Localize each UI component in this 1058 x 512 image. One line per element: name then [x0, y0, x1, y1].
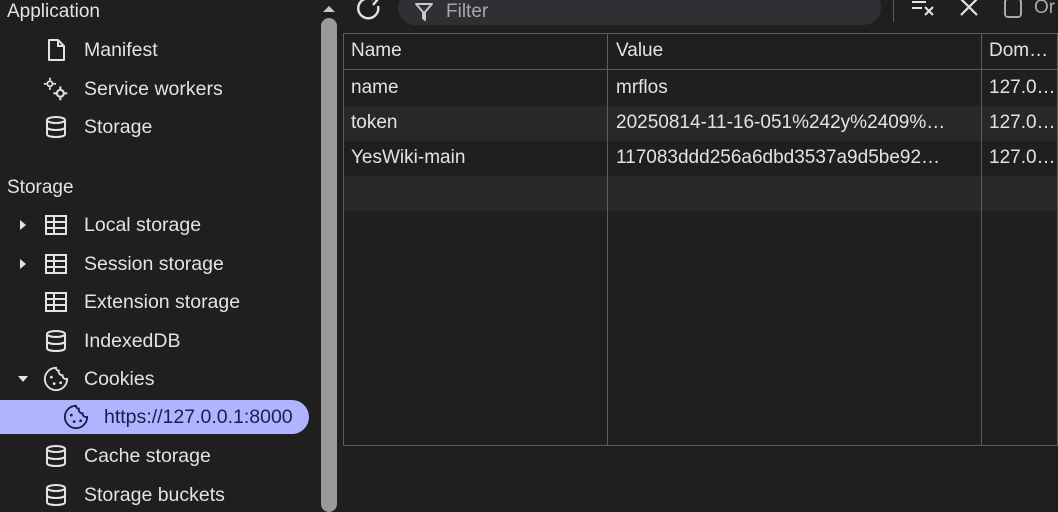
storage-section-header: Storage [7, 177, 74, 198]
expand-arrow-icon[interactable] [16, 257, 30, 271]
cell-domain: 127.0… [989, 147, 1056, 168]
database-icon [43, 443, 69, 469]
refresh-icon[interactable] [354, 0, 384, 24]
cell-domain: 127.0… [989, 77, 1056, 98]
gears-icon [43, 76, 69, 102]
sidebar-item-label: Session storage [84, 253, 224, 275]
table-icon [43, 289, 69, 315]
sidebar-item-label: IndexedDB [84, 330, 181, 352]
database-icon [43, 482, 69, 508]
table-row[interactable]: name mrflos 127.0… [344, 71, 1057, 106]
sidebar-item-label: Cache storage [84, 445, 211, 467]
sidebar-item-indexeddb[interactable]: IndexedDB [0, 324, 318, 358]
filter-icon [414, 2, 434, 22]
toolbar-separator [893, 0, 894, 22]
sidebar-item-label: Service workers [84, 78, 223, 100]
cookie-preview-pane [342, 446, 1058, 512]
sidebar-item-label: https://127.0.0.1:8000 [104, 406, 293, 428]
sidebar-item-cookie-origin[interactable]: https://127.0.0.1:8000 [0, 400, 309, 434]
sidebar-item-label: Storage buckets [84, 484, 225, 506]
table-row[interactable]: YesWiki-main 117083ddd256a6dbd3537a9d5be… [344, 141, 1057, 176]
cell-value: 117083ddd256a6dbd3537a9d5be92… [616, 147, 941, 168]
column-header-value[interactable]: Value [608, 34, 982, 68]
cookies-pane: Filter Or Name Value Dom… name mrflos 12… [342, 0, 1058, 512]
collapse-arrow-icon[interactable] [16, 372, 30, 386]
sidebar-item-label: Extension storage [84, 291, 241, 313]
sidebar-item-cookies[interactable]: Cookies [0, 362, 318, 396]
cell-name: token [351, 112, 398, 133]
only-show-issues-checkbox[interactable] [1004, 0, 1022, 18]
column-divider[interactable] [607, 34, 608, 445]
sidebar-item-local-storage[interactable]: Local storage [0, 208, 318, 242]
database-icon [43, 114, 69, 140]
sidebar-item-cache-storage[interactable]: Cache storage [0, 439, 318, 473]
sidebar-item-storage[interactable]: Storage [0, 110, 318, 144]
filter-placeholder: Filter [446, 1, 489, 22]
column-header-name[interactable]: Name [344, 34, 608, 68]
column-header-domain[interactable]: Dom… [982, 34, 1057, 68]
cookie-icon [63, 404, 89, 430]
sidebar-item-label: Local storage [84, 214, 202, 236]
table-row[interactable]: token 20250814-11-16-051%242y%2409%… 127… [344, 106, 1057, 141]
sidebar-item-extension-storage[interactable]: Extension storage [0, 285, 318, 319]
document-icon [43, 37, 69, 63]
only-show-issues-label: Or [1034, 0, 1056, 18]
column-divider[interactable] [981, 34, 982, 445]
application-section-header: Application [7, 1, 100, 22]
sidebar-item-service-workers[interactable]: Service workers [0, 72, 318, 106]
expand-arrow-icon[interactable] [16, 218, 30, 232]
cell-name: name [351, 77, 399, 98]
scroll-up-arrow-icon[interactable] [322, 0, 336, 12]
cell-name: YesWiki-main [351, 147, 466, 168]
cell-value: 20250814-11-16-051%242y%2409%… [616, 112, 946, 133]
clear-all-icon[interactable] [956, 0, 982, 22]
table-icon [43, 212, 69, 238]
devtools-application-panel: Application Manifest Service workers Sto… [0, 0, 1058, 512]
cookies-table: Name Value Dom… name mrflos 127.0… token… [343, 33, 1058, 446]
table-header: Name Value Dom… [344, 34, 1057, 70]
sidebar-item-label: Cookies [84, 368, 155, 390]
sidebar-item-session-storage[interactable]: Session storage [0, 247, 318, 281]
sidebar-item-manifest[interactable]: Manifest [0, 33, 318, 67]
database-icon [43, 328, 69, 354]
sidebar-item-label: Storage [84, 116, 153, 138]
sidebar-scrollbar-thumb[interactable] [321, 18, 337, 512]
sidebar-item-storage-buckets[interactable]: Storage buckets [0, 478, 318, 512]
cell-value: mrflos [616, 77, 668, 98]
sidebar: Application Manifest Service workers Sto… [0, 0, 320, 512]
table-icon [43, 251, 69, 277]
cookies-toolbar: Filter Or [342, 0, 1058, 32]
sidebar-item-label: Manifest [84, 39, 158, 61]
cookie-icon [43, 366, 69, 392]
clear-filtered-icon[interactable] [910, 0, 938, 22]
filter-input[interactable]: Filter [398, 0, 881, 25]
cell-domain: 127.0… [989, 112, 1056, 133]
table-row-empty [344, 176, 1057, 211]
